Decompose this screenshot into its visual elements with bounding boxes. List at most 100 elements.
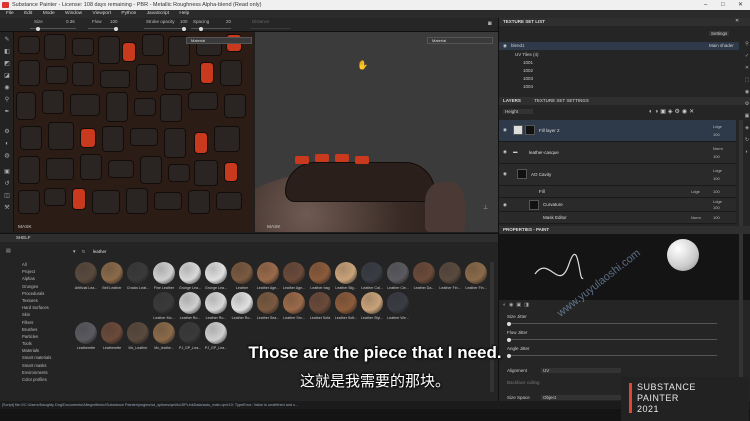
shelf-search-input[interactable]: leather (93, 249, 107, 254)
layer-blend[interactable]: Norm (691, 215, 701, 220)
shelf-category[interactable]: Alphas (22, 275, 72, 282)
minimize-button[interactable]: – (704, 0, 707, 10)
material-thumbnail[interactable]: Leather Ro... (178, 292, 202, 326)
layer-info-icon[interactable]: ◫ (3, 192, 11, 200)
spacing-slider-knob[interactable] (199, 26, 203, 31)
tab-texture-set-settings[interactable]: TEXTURE SET SETTINGS (534, 98, 589, 103)
material-thumbnail[interactable]: Leather Sea... (256, 292, 280, 326)
viewer-settings-icon[interactable]: ⚒ (3, 204, 11, 212)
stroke-opacity-slider[interactable] (144, 26, 186, 31)
layer-blend[interactable]: Ldge (713, 124, 722, 129)
color-picker-icon[interactable]: ✒ (3, 108, 11, 116)
material-thumbnail[interactable]: Leather Sofa (308, 292, 332, 326)
uv-tile[interactable]: 1001 (523, 60, 533, 65)
eye-icon[interactable]: ◉ (503, 127, 507, 133)
paint-brush-icon[interactable]: ✎ (3, 36, 11, 44)
texture-set-close-icon[interactable]: ✕ (735, 18, 739, 24)
material-thumbnail[interactable]: Leather Styl... (360, 292, 384, 326)
material-thumbnail[interactable]: Leather (230, 262, 254, 296)
filter-icon[interactable]: ▼ (72, 249, 76, 254)
eraser-icon[interactable]: ◧ (3, 48, 11, 56)
spacing-value[interactable]: 20 (226, 19, 231, 24)
material-thumbnail[interactable]: Fine Leather (152, 262, 176, 296)
right-dock-icons[interactable]: ⚲ ✓ ✕ ⬚ ◉ ⚙ ▣ ◈ ↻ ◐ (743, 38, 750, 158)
spacing-slider[interactable] (191, 26, 231, 31)
material-thumbnail[interactable]: Grunge Lea... (204, 262, 228, 296)
viewport-3d[interactable]: Material ✋ ⊥ MASK (255, 32, 498, 232)
texture-set-row[interactable]: ◉ blend1 Main shader (499, 42, 739, 50)
view3d-channel-dropdown[interactable]: Material (427, 37, 493, 44)
material-thumbnail[interactable]: Leather Age... (282, 262, 306, 296)
material-thumbnail[interactable]: Leather Ro... (204, 292, 228, 326)
shelf-add-icon[interactable]: ▤ (6, 248, 11, 254)
size-slider-knob[interactable] (36, 26, 40, 31)
shader-icon[interactable]: ◍ (3, 152, 11, 160)
material-thumbnail[interactable]: Leather Fin... (438, 262, 462, 296)
material-thumbnail[interactable]: Leather Big... (334, 262, 358, 296)
shelf-category[interactable]: Filters (22, 319, 72, 326)
shelf-category[interactable]: Brushes (22, 326, 72, 333)
flow-slider[interactable] (88, 26, 118, 31)
size-value[interactable]: 0.36 (66, 19, 75, 24)
size-space-dropdown[interactable]: Object (541, 395, 621, 400)
layer-blend[interactable]: Ldge (713, 168, 722, 173)
layer-opacity[interactable]: 100 (713, 132, 720, 137)
menu-file[interactable]: File (6, 11, 14, 16)
camera-icon[interactable]: ◙ (488, 21, 492, 27)
menu-help[interactable]: Help (179, 11, 189, 16)
material-thumbnail[interactable]: Cracks Leat... (126, 262, 150, 296)
layer-opacity[interactable]: 100 (713, 189, 720, 194)
shelf-category[interactable]: All (22, 261, 72, 268)
flow-jitter-knob[interactable] (507, 337, 511, 342)
material-thumbnail[interactable]: Leather Cal... (360, 262, 384, 296)
layer-blend[interactable]: Norm (713, 146, 723, 151)
flow-slider-knob[interactable] (114, 26, 118, 31)
layer-row[interactable]: Fill Ldge 100 (499, 186, 736, 198)
uv-tile[interactable]: 1004 (523, 84, 533, 89)
layer-channel-dropdown[interactable]: Height (503, 109, 533, 114)
texture-set-shader[interactable]: Main shader (709, 43, 734, 48)
material-thumbnail[interactable]: Bell Leather (100, 262, 124, 296)
maximize-button[interactable]: □ (721, 0, 725, 10)
projection-icon[interactable]: ◩ (3, 60, 11, 68)
flow-jitter-slider[interactable] (507, 337, 717, 342)
material-thumbnail[interactable]: Artificial Lea... (74, 262, 98, 296)
smudge-icon[interactable]: ◉ (3, 84, 11, 92)
layer-actions-icon[interactable]: ◐◑▣◈⚙◉✕ (649, 108, 696, 115)
menu-viewport[interactable]: Viewport (92, 11, 111, 16)
size-jitter-slider[interactable] (507, 321, 717, 326)
display-icon[interactable]: ◐ (3, 140, 11, 148)
menu-mode[interactable]: Mode (43, 11, 55, 16)
clone-icon[interactable]: ⚲ (3, 96, 11, 104)
layer-row[interactable]: ◉ Curvature Ldge 100 (499, 198, 736, 212)
property-tabs[interactable]: ◐◉▣◨ (503, 302, 532, 308)
eye-icon[interactable]: ◉ (503, 202, 507, 208)
viewport-2d[interactable]: Material MASK (14, 32, 254, 232)
material-thumbnail[interactable]: Leather bag (308, 262, 332, 296)
settings-icon[interactable]: ⚙ (3, 128, 11, 136)
texture-set-eye-icon[interactable]: ◉ (503, 43, 507, 49)
material-thumbnail[interactable]: Leather Soft... (334, 292, 358, 326)
material-thumbnail[interactable]: Leather Ro... (230, 292, 254, 326)
menu-edit[interactable]: Edit (24, 11, 32, 16)
geometry-mask-icon[interactable]: ◪ (3, 72, 11, 80)
shelf-category[interactable]: Skin (22, 311, 72, 318)
material-thumbnail[interactable]: Leather We... (386, 292, 410, 326)
shelf-category[interactable]: Textures (22, 297, 72, 304)
shelf-category[interactable]: Grunges (22, 283, 72, 290)
layer-opacity[interactable]: 100 (713, 215, 720, 220)
material-thumbnail[interactable]: Leather Da... (412, 262, 436, 296)
eye-icon[interactable]: ◉ (503, 171, 507, 177)
stroke-opacity-slider-knob[interactable] (182, 26, 186, 31)
shelf-category[interactable]: Hard Surfaces (22, 304, 72, 311)
layer-row[interactable]: ◉ ▬ leather-casque Norm 100 (499, 142, 736, 164)
eye-icon[interactable]: ◉ (503, 149, 507, 155)
material-thumbnail[interactable]: Leather Age... (256, 262, 280, 296)
tab-layers[interactable]: LAYERS (503, 98, 521, 103)
material-thumbnail[interactable]: Leather Fin... (464, 262, 488, 296)
shelf-category[interactable]: Particles (22, 333, 72, 340)
layer-opacity[interactable]: 100 (713, 176, 720, 181)
size-slider[interactable] (30, 26, 76, 31)
history-icon[interactable]: ↺ (3, 180, 11, 188)
flow-value[interactable]: 100 (110, 19, 118, 24)
